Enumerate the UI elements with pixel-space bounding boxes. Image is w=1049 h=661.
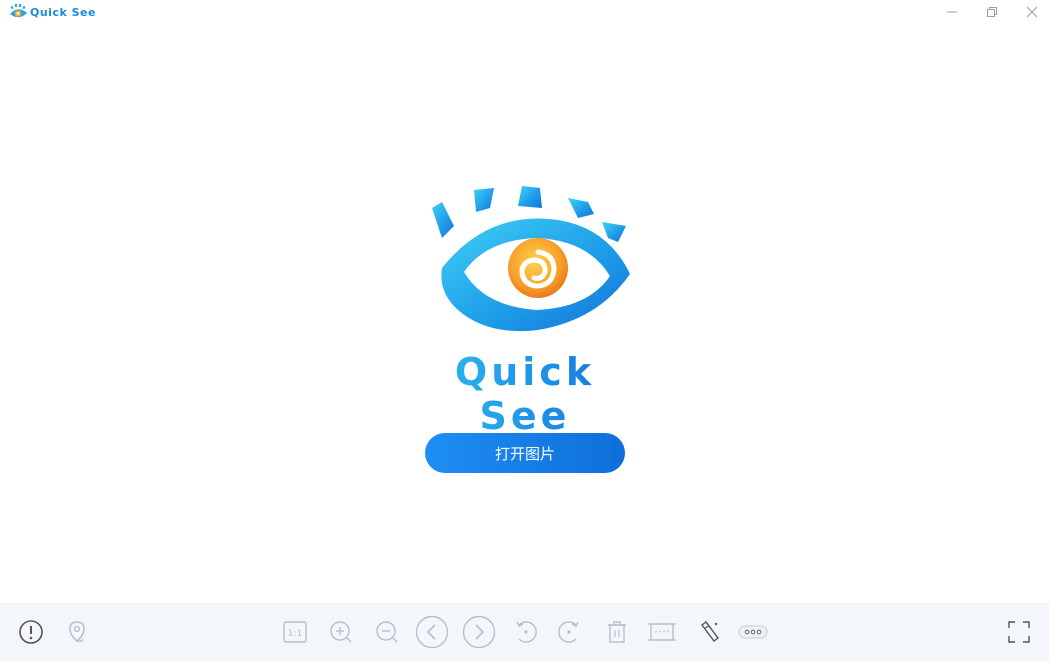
rotate-left-button[interactable] (509, 615, 543, 649)
restore-icon (987, 7, 997, 17)
svg-text:1:1: 1:1 (288, 629, 302, 639)
rotate-right-button[interactable] (552, 615, 586, 649)
app-name: Quick See (30, 5, 96, 19)
crop-icon (648, 623, 676, 641)
title-bar: Quick See (0, 0, 1049, 24)
open-image-button[interactable]: 打开图片 (425, 433, 625, 473)
previous-button[interactable] (415, 615, 449, 649)
trash-icon (608, 621, 626, 643)
close-button[interactable] (1012, 0, 1049, 24)
eye-logo-icon (432, 186, 630, 332)
minimize-button[interactable] (932, 0, 972, 24)
chevron-right-icon (462, 615, 496, 649)
fullscreen-icon (1008, 621, 1030, 643)
info-icon (19, 620, 43, 644)
zoom-out-icon (376, 621, 398, 643)
next-button[interactable] (462, 615, 496, 649)
actual-size-button[interactable]: 1:1 (278, 615, 312, 649)
maximize-button[interactable] (972, 0, 1012, 24)
app-logo: Quick See (8, 3, 96, 21)
location-button[interactable] (60, 615, 94, 649)
actual-size-icon: 1:1 (283, 621, 307, 643)
zoom-in-icon (330, 621, 352, 643)
app-window: Quick See Quick See 打开图片 1:1 (0, 0, 1049, 661)
more-button[interactable] (736, 615, 770, 649)
edit-button[interactable] (692, 615, 726, 649)
fullscreen-button[interactable] (1002, 615, 1036, 649)
info-button[interactable] (14, 615, 48, 649)
bottom-toolbar: 1:1 (0, 603, 1049, 661)
location-pin-icon (69, 621, 85, 642)
rotate-left-icon (516, 621, 537, 643)
close-icon (1026, 6, 1038, 18)
brand-name: Quick See (414, 350, 636, 438)
edit-icon (701, 621, 719, 642)
chevron-left-icon (415, 615, 449, 649)
delete-button[interactable] (600, 615, 634, 649)
crop-button[interactable] (645, 615, 679, 649)
zoom-out-button[interactable] (370, 615, 404, 649)
more-icon (738, 625, 768, 639)
minimize-icon (947, 11, 957, 13)
rotate-right-icon (558, 621, 579, 643)
eye-logo-icon (10, 4, 27, 18)
zoom-in-button[interactable] (324, 615, 358, 649)
